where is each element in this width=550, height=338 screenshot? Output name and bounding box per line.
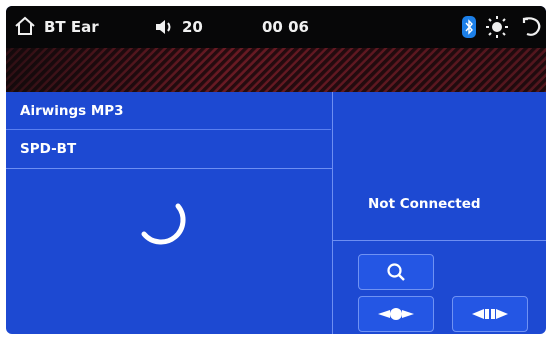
loading-spinner-icon — [141, 203, 186, 245]
divider — [333, 240, 546, 241]
search-icon — [387, 263, 405, 281]
device-name: Airwings MP3 — [20, 103, 124, 119]
car-display: BT Ear 20 00 06 Airwings MP3 SPD-BT Not … — [6, 6, 546, 334]
device-item-spd-bt[interactable]: SPD-BT — [6, 130, 331, 167]
divider — [332, 92, 333, 334]
brightness-icon[interactable] — [485, 15, 509, 39]
connect-button[interactable] — [358, 296, 434, 332]
source-title: BT Ear — [44, 18, 99, 36]
clock: 00 06 — [262, 18, 309, 36]
home-icon[interactable] — [14, 15, 36, 37]
connect-icon — [378, 308, 414, 320]
back-icon[interactable] — [522, 15, 544, 39]
volume-icon[interactable] — [154, 17, 176, 37]
header-decoration — [6, 48, 546, 92]
divider — [6, 168, 332, 169]
search-button[interactable] — [358, 254, 434, 290]
bluetooth-icon — [462, 16, 476, 38]
disconnect-button[interactable] — [452, 296, 528, 332]
connection-status: Not Connected — [368, 196, 481, 212]
status-bar: BT Ear 20 00 06 — [6, 6, 546, 48]
device-item-airwings[interactable]: Airwings MP3 — [6, 92, 331, 130]
disconnect-icon — [472, 309, 508, 319]
device-name: SPD-BT — [20, 141, 77, 157]
volume-level: 20 — [182, 18, 203, 36]
